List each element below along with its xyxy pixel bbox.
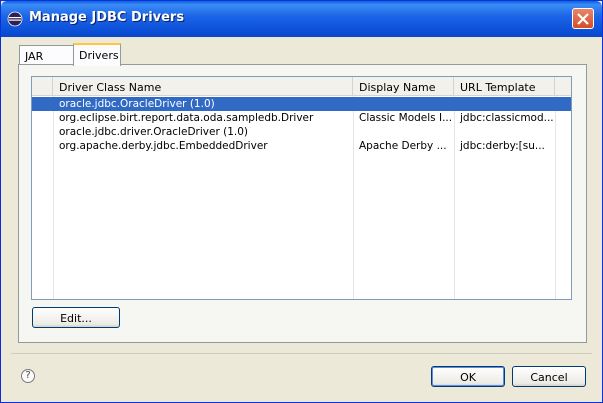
tab-jar-files[interactable]: JAR Files [19,45,74,76]
close-button[interactable] [572,8,594,29]
driver-class-cell: oracle.jdbc.driver.OracleDriver (1.0) [59,126,248,138]
display-name-cell [353,97,454,111]
url-template-cell [454,125,555,139]
display-name-cell: Classic Models I... [359,112,453,124]
driver-class-cell: org.eclipse.birt.report.data.oda.sampled… [59,112,314,124]
divider [11,353,592,354]
help-icon[interactable]: ? [21,369,35,383]
url-template-cell [454,97,555,111]
driver-class-cell: org.apache.derby.jdbc.EmbeddedDriver [59,140,268,152]
close-icon [577,13,589,25]
dialog-title: Manage JDBC Drivers [29,10,185,25]
display-name-cell: Apache Derby ... [359,140,447,152]
table-row[interactable]: oracle.jdbc.OracleDriver (1.0) [32,97,571,111]
column-header-driver-class[interactable]: Driver Class Name [53,77,353,96]
title-bar[interactable]: Manage JDBC Drivers [1,1,602,37]
ok-button[interactable]: OK [431,366,505,387]
tab-drivers[interactable]: Drivers [73,43,121,66]
eclipse-icon [7,11,23,27]
table-header: Driver Class Name Display Name URL Templ… [32,77,571,96]
header-spacer [32,77,53,96]
drivers-table[interactable]: Driver Class Name Display Name URL Templ… [31,76,572,300]
url-template-cell: jdbc:derby:[su... [460,140,545,152]
display-name-cell [353,125,454,139]
url-template-cell: jdbc:classicmod... [460,112,554,124]
edit-button[interactable]: Edit... [32,307,120,328]
manage-jdbc-drivers-dialog: Manage JDBC Drivers JAR Files Drivers Dr… [0,0,603,403]
table-row[interactable]: oracle.jdbc.driver.OracleDriver (1.0) [32,125,571,139]
driver-class-cell: oracle.jdbc.OracleDriver (1.0) [59,98,215,110]
column-header-display-name[interactable]: Display Name [353,77,454,96]
table-row[interactable]: org.eclipse.birt.report.data.oda.sampled… [32,111,571,125]
column-header-url-template[interactable]: URL Template [454,77,555,96]
table-row[interactable]: org.apache.derby.jdbc.EmbeddedDriver Apa… [32,139,571,153]
cancel-button[interactable]: Cancel [512,366,586,387]
